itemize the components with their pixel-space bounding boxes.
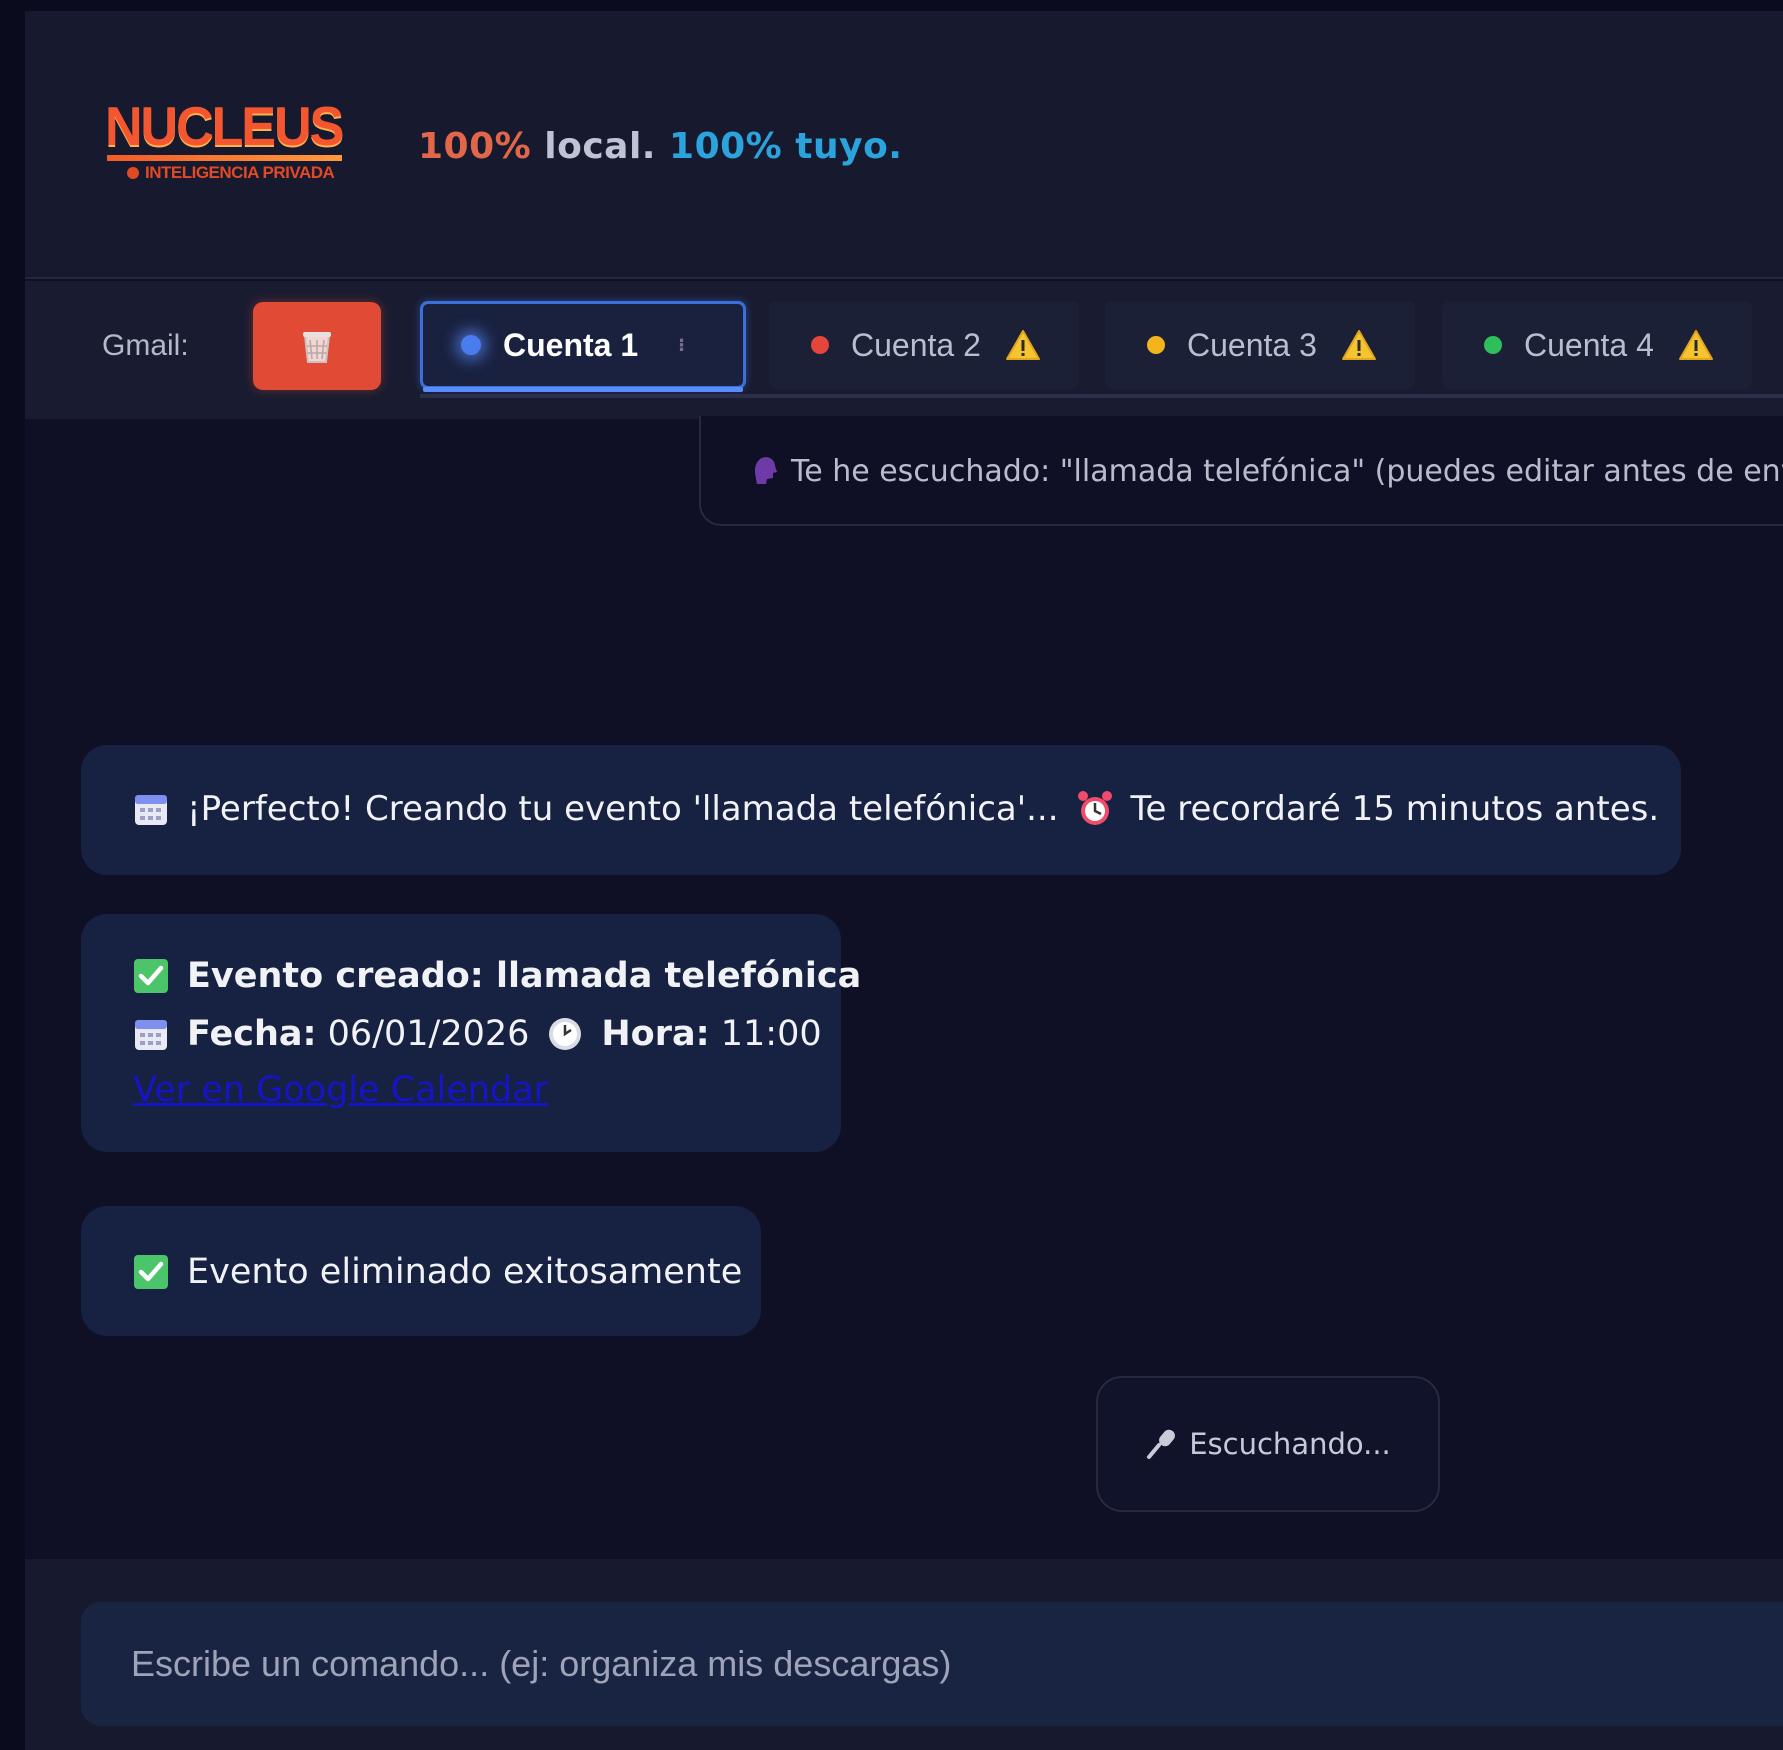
- date-value: 06/01/2026: [327, 1014, 530, 1054]
- logo-underline: [107, 155, 342, 161]
- tagline-part1: 100%: [418, 126, 545, 167]
- delete-button[interactable]: [253, 302, 381, 390]
- tab-label: Cuenta 2: [851, 326, 981, 363]
- time-label: Hora:: [601, 1014, 710, 1054]
- calendar-icon: [135, 795, 167, 825]
- voice-transcript-bubble: Te he escuchado: "llamada telefónica" (p…: [699, 416, 1783, 526]
- google-calendar-link[interactable]: Ver en Google Calendar: [133, 1070, 548, 1110]
- event-created-card: Evento creado: llamada telefónica Fecha:…: [81, 914, 861, 1152]
- account-status-dot: [811, 336, 829, 354]
- event-deleted-message: Evento eliminado exitosamente: [81, 1206, 761, 1336]
- pin-icon: ⁝: [678, 334, 685, 355]
- logo: NUCLEUS INTELIGENCIA PRIVADA: [105, 96, 355, 199]
- command-input[interactable]: [81, 1602, 1783, 1726]
- tab-cuenta-4[interactable]: Cuenta 4: [1442, 301, 1752, 389]
- speaking-head-icon: [755, 457, 777, 484]
- tab-strip-line: [420, 394, 1783, 398]
- warning-icon: [1341, 330, 1376, 360]
- listening-indicator[interactable]: Escuchando...: [1096, 1376, 1440, 1512]
- tab-label: Cuenta 3: [1187, 326, 1317, 363]
- logo-title: NUCLEUS: [105, 96, 344, 158]
- account-status-dot: [461, 335, 481, 355]
- assistant-message: ¡Perfecto! Creando tu evento 'llamada te…: [81, 745, 1681, 875]
- tab-label: Cuenta 1: [503, 326, 639, 363]
- tab-cuenta-1[interactable]: Cuenta 1 ⁝: [420, 301, 746, 389]
- app-window: NUCLEUS INTELIGENCIA PRIVADA 100% local.…: [25, 11, 1783, 1750]
- message-text: ¡Perfecto! Creando tu evento 'llamada te…: [187, 789, 1059, 829]
- header: NUCLEUS INTELIGENCIA PRIVADA 100% local.…: [25, 11, 1783, 279]
- tab-cuenta-3[interactable]: Cuenta 3: [1105, 301, 1415, 389]
- tagline-part2: local.: [544, 126, 670, 167]
- check-box-icon: [134, 959, 168, 993]
- event-title: Evento creado: llamada telefónica: [187, 956, 862, 996]
- warning-icon: [1678, 330, 1713, 360]
- check-box-icon: [134, 1255, 168, 1289]
- clock-icon: [549, 1018, 582, 1050]
- microphone-icon: [1147, 1429, 1176, 1459]
- logo-subtitle: INTELIGENCIA PRIVADA: [127, 163, 335, 183]
- active-tab-indicator: [423, 387, 743, 392]
- alarm-clock-icon: [1077, 791, 1112, 825]
- tagline: 100% local. 100% tuyo.: [418, 126, 902, 167]
- gmail-label: Gmail:: [102, 329, 189, 362]
- calendar-icon: [135, 1020, 167, 1050]
- logo-dot-icon: [127, 167, 139, 179]
- logo-subtitle-text: INTELIGENCIA PRIVADA: [145, 163, 335, 182]
- account-status-dot: [1484, 336, 1502, 354]
- tab-cuenta-2[interactable]: Cuenta 2: [769, 301, 1079, 389]
- account-status-dot: [1147, 336, 1165, 354]
- warning-icon: [1005, 330, 1040, 360]
- date-label: Fecha:: [187, 1014, 317, 1054]
- time-value: 11:00: [720, 1014, 822, 1054]
- transcript-text: Te he escuchado: "llamada telefónica" (p…: [791, 454, 1783, 489]
- tagline-part3: 100% tuyo.: [669, 126, 903, 167]
- trash-icon: [303, 332, 331, 363]
- listening-text: Escuchando...: [1189, 1427, 1391, 1461]
- message-text: Evento eliminado exitosamente: [187, 1252, 743, 1292]
- tab-label: Cuenta 4: [1524, 326, 1654, 363]
- message-text-reminder: Te recordaré 15 minutos antes.: [1130, 789, 1660, 829]
